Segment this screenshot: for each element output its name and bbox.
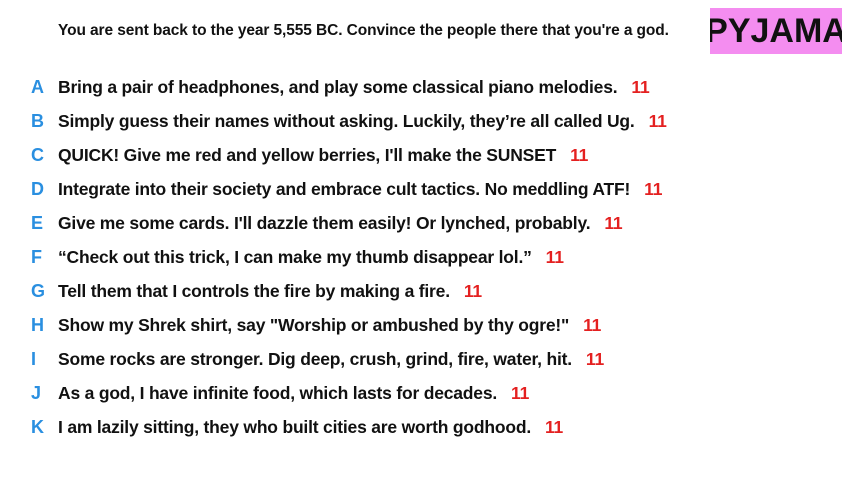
- option-text-wrap: Tell them that I controls the fire by ma…: [58, 281, 482, 302]
- option-letter: B: [31, 110, 44, 131]
- option-count: 11: [545, 246, 564, 267]
- option-b[interactable]: B Simply guess their names without askin…: [0, 104, 853, 138]
- option-count: 11: [644, 178, 663, 199]
- option-text: Bring a pair of headphones, and play som…: [58, 76, 618, 97]
- option-c[interactable]: C QUICK! Give me red and yellow berries,…: [0, 138, 853, 172]
- option-letter: F: [31, 246, 42, 267]
- option-count: 11: [631, 76, 650, 97]
- option-text: Integrate into their society and embrace…: [58, 178, 631, 199]
- option-text-wrap: “Check out this trick, I can make my thu…: [58, 247, 564, 268]
- option-text-wrap: Bring a pair of headphones, and play som…: [58, 77, 650, 98]
- option-letter: H: [31, 314, 44, 335]
- option-count: 11: [585, 348, 605, 369]
- option-e[interactable]: E Give me some cards. I'll dazzle them e…: [0, 206, 853, 240]
- option-letter: E: [31, 212, 44, 233]
- option-text-wrap: Simply guess their names without asking.…: [58, 111, 667, 132]
- option-text-wrap: Give me some cards. I'll dazzle them eas…: [58, 212, 623, 234]
- option-text-wrap: Show my Shrek shirt, say "Worship or amb…: [58, 315, 601, 336]
- option-letter: G: [31, 280, 46, 301]
- option-count: 11: [570, 144, 589, 165]
- option-text: I am lazily sitting, they who built citi…: [58, 416, 531, 437]
- option-count: 11: [511, 382, 530, 403]
- option-j[interactable]: J As a god, I have infinite food, which …: [0, 376, 853, 410]
- option-text: Give me some cards. I'll dazzle them eas…: [58, 212, 591, 233]
- option-count: 11: [544, 416, 564, 437]
- option-text-wrap: As a god, I have infinite food, which la…: [58, 383, 529, 404]
- option-letter: D: [31, 178, 44, 199]
- option-letter: C: [31, 144, 44, 165]
- option-h[interactable]: H Show my Shrek shirt, say "Worship or a…: [0, 308, 853, 342]
- option-count: 11: [583, 314, 602, 335]
- option-text: As a god, I have infinite food, which la…: [58, 382, 498, 403]
- option-count: 11: [604, 212, 623, 233]
- option-letter: A: [31, 76, 44, 97]
- option-count: 11: [463, 280, 482, 301]
- logo-text: PYJAMA: [710, 11, 842, 50]
- option-count: 11: [648, 110, 667, 131]
- option-text-wrap: Integrate into their society and embrace…: [58, 179, 662, 200]
- option-text: Some rocks are stronger. Dig deep, crush…: [58, 348, 572, 369]
- option-text-wrap: QUICK! Give me red and yellow berries, I…: [58, 145, 588, 166]
- option-text: Simply guess their names without asking.…: [58, 110, 635, 131]
- option-g[interactable]: G Tell them that I controls the fire by …: [0, 274, 853, 308]
- option-text: “Check out this trick, I can make my thu…: [58, 246, 532, 267]
- option-letter: K: [31, 416, 44, 437]
- option-text-wrap: I am lazily sitting, they who built citi…: [58, 417, 563, 438]
- option-letter: I: [31, 348, 37, 369]
- option-text: Show my Shrek shirt, say "Worship or amb…: [58, 314, 570, 335]
- option-letter: J: [31, 382, 42, 403]
- option-a[interactable]: A Bring a pair of headphones, and play s…: [0, 70, 853, 104]
- option-text: Tell them that I controls the fire by ma…: [58, 280, 450, 301]
- pyjama-logo: PYJAMA: [710, 8, 842, 54]
- option-i[interactable]: I Some rocks are stronger. Dig deep, cru…: [0, 342, 853, 376]
- option-f[interactable]: F “Check out this trick, I can make my t…: [0, 240, 853, 274]
- option-text-wrap: Some rocks are stronger. Dig deep, crush…: [58, 349, 604, 370]
- question-prompt: You are sent back to the year 5,555 BC. …: [58, 22, 669, 39]
- option-d[interactable]: D Integrate into their society and embra…: [0, 172, 853, 206]
- option-k[interactable]: K I am lazily sitting, they who built ci…: [0, 410, 853, 444]
- option-text: QUICK! Give me red and yellow berries, I…: [58, 144, 557, 165]
